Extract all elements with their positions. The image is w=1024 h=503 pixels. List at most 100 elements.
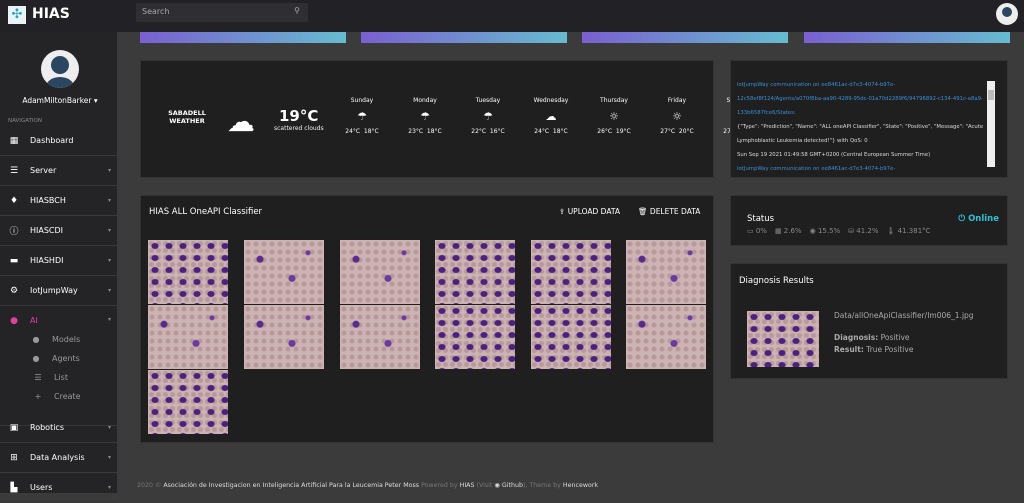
search-icon[interactable]: ⚲ [294,6,300,15]
sidebar-item-data-analysis[interactable]: ⊞ Data Analysis ▾ [0,443,117,473]
classifier-image[interactable] [148,305,228,369]
stat-bar [361,32,567,43]
sidebar-sub-models[interactable]: ● Models [30,335,81,344]
classifier-image[interactable] [531,240,611,304]
weather-icon: ☂ [483,110,493,123]
footer: 2020 © Asociación de Investigacion en In… [137,482,599,489]
user-avatar[interactable] [996,3,1018,25]
classifier-image[interactable] [148,240,228,304]
nav-label: NAVIGATION [8,118,42,124]
list-icon: ☰ [34,373,42,382]
log-line: Lymphoblastic Leukemia detected!"} with … [737,138,868,144]
power-icon: ⏻ [958,214,966,224]
log-line[interactable]: IotJumpWay communication on ee8461ac-d7e… [737,166,895,172]
temperature-stat: 🌡 41.381°C [886,227,931,235]
hias-link[interactable]: HIAS [460,482,475,489]
diagnosis-value: Diagnosis: Positive [834,333,910,342]
classifier-image[interactable] [435,305,515,369]
github-link[interactable]: ◉ Github [494,482,523,489]
forecast-day: Monday ☂ 23°C 18°C [400,97,450,135]
trash-icon: 🗑 [638,207,648,216]
status-card: Status ⏻ Online ▭ 0% ▦ 2.6% ◉ 15.5% ⛁ 41… [730,195,1008,246]
sidebar-sub-create[interactable]: + Create [32,392,81,401]
dashboard-icon: ▦ [9,135,19,146]
classifier-image[interactable] [244,240,324,304]
diagnosis-file: Data/allOneApiClassifier/Im006_1.jpg [834,311,974,320]
sidebar-item-hiashdi[interactable]: ▬ HIASHDI ▾ [0,246,117,276]
search-placeholder: Search [142,7,170,16]
forecast-day: Sunday ☂ 24°C 18°C [337,97,387,135]
sidebar-item-hiascdi[interactable]: ⓘ HIASCDI ▾ [0,216,117,246]
hias-logo-icon[interactable]: ✣ [8,6,26,24]
classifier-image[interactable] [148,370,228,434]
current-temp: 19°C [279,107,319,125]
delete-data-button[interactable]: 🗑 DELETE DATA [638,207,700,216]
status-title: Status [747,214,775,224]
forecast-day: Wednesday ☁ 24°C 18°C [526,97,576,135]
forecast-day: Tuesday ☂ 22°C 16°C [463,97,513,135]
weather-icon: ☼ [609,110,619,123]
log-line: Sun Sep 19 2021 01:49:58 GMT+0200 (Centr… [737,152,931,158]
users-icon: ▙ [10,482,18,493]
sidebar-item-users[interactable]: ▙ Users ▾ [0,473,117,503]
classifier-image[interactable] [340,240,420,304]
iot-log-card: IotJumpWay communication on ee8461ac-d7e… [730,60,1008,178]
sidebar-item-hiasbch[interactable]: ♦ HIASBCH ▾ [0,186,117,216]
classifier-image[interactable] [435,240,515,304]
log-line: {"Type": "Prediction", "Name": "ALL oneA… [737,124,984,130]
stat-bar [804,32,1010,43]
plus-icon: + [34,392,42,401]
classifier-image[interactable] [626,305,706,369]
archive-icon: ▬ [9,255,19,266]
table-icon: ⊞ [10,452,18,463]
sidebar-item-robotics[interactable]: ▣ Robotics ▾ [0,413,117,443]
sidebar-item-ai[interactable]: ● AI ▾ [0,306,117,426]
log-line[interactable]: IotJumpWay communication on ee8461ac-d7e… [737,82,895,88]
sidebar-item-dashboard[interactable]: ▦ Dashboard [0,126,117,156]
avatar [41,50,79,88]
diagnosis-title: Diagnosis Results [739,276,814,286]
classifier-title: HIAS ALL OneAPI Classifier [149,207,263,217]
weather-title: SABADELL WEATHER [168,109,206,125]
upload-data-button[interactable]: ⇪ UPLOAD DATA [559,207,620,216]
sidebar-item-iotjumpway[interactable]: ⚙ IotJumpWay ▾ [0,276,117,306]
cloud-icon: ☁ [227,105,255,138]
brain-icon: ● [32,354,40,363]
org-link[interactable]: Asociación de Investigacion en Inteligen… [163,482,419,489]
upload-icon: ⇪ [559,207,566,216]
weather-icon: ☼ [672,110,682,123]
sidebar-item-server[interactable]: ☰ Server ▾ [0,156,117,186]
sidebar-sub-agents[interactable]: ● Agents [30,354,80,363]
battery-stat: ▭ 0% [747,227,767,235]
user-menu[interactable]: AdamMiltonBarker ▾ [0,96,120,105]
weather-icon: ☁ [545,110,557,123]
sidebar-sub-list[interactable]: ☰ List [32,373,68,382]
chip-icon: ⚙ [9,285,19,296]
brand[interactable]: HIAS [32,6,70,22]
diagnosis-image [747,311,819,367]
weather-icon: ☂ [420,110,430,123]
classifier-image[interactable] [244,305,324,369]
brain-icon: ● [10,316,18,326]
log-line[interactable]: 12c58ef8f124/Agents/a070f8ba-aa90-4289-9… [737,96,983,102]
brain-icon: ● [32,335,40,344]
classifier-image[interactable] [340,305,420,369]
online-status: ⏻ Online [958,214,999,224]
stat-bar [582,32,788,43]
search-input[interactable]: Search ⚲ [136,3,308,22]
ethereum-icon: ♦ [9,195,19,206]
hencework-link[interactable]: Hencework [563,482,598,489]
weather-card: SABADELL WEATHER ☁ 19°C scattered clouds … [140,60,757,178]
stat-bar [140,32,346,43]
weather-icon: ☂ [357,110,367,123]
memory-stat: ◉ 15.5% [809,227,841,235]
classifier-image[interactable] [531,305,611,369]
classifier-card: HIAS ALL OneAPI Classifier ⇪ UPLOAD DATA… [140,195,714,443]
weather-desc: scattered clouds [274,125,324,132]
forecast-day: Thursday ☼ 26°C 19°C [589,97,639,135]
log-scrollbar[interactable] [987,81,995,167]
forecast-day: Friday ☼ 27°C 20°C [652,97,702,135]
diagnosis-card: Diagnosis Results Data/allOneApiClassifi… [730,263,1008,379]
classifier-image[interactable] [626,240,706,304]
log-line[interactable]: 133b6587fce6/States: [737,110,796,116]
